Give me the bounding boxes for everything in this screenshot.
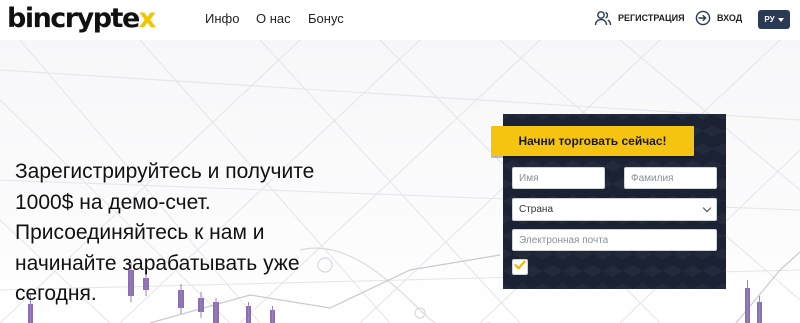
- last-name-field[interactable]: [624, 167, 717, 189]
- language-code: РУ: [764, 15, 775, 24]
- nav-info-link[interactable]: Инфо: [205, 11, 239, 27]
- nav-about-link[interactable]: О нас: [256, 11, 291, 27]
- site-header: bincryptex Инфо О нас Бонус РЕГИСТРАЦИЯ …: [0, 0, 800, 40]
- login-button[interactable]: ВХОД: [695, 10, 742, 26]
- logo-text: bincrypte: [7, 3, 140, 34]
- email-field[interactable]: [512, 229, 717, 251]
- logo-accent-x: x: [138, 3, 156, 34]
- terms-checkbox[interactable]: [512, 259, 528, 275]
- nav-bonus-link[interactable]: Бонус: [308, 11, 344, 27]
- checkmark-icon: [514, 258, 526, 276]
- sign-in-icon: [695, 10, 711, 26]
- register-button[interactable]: РЕГИСТРАЦИЯ: [594, 10, 685, 26]
- language-selector[interactable]: РУ: [758, 10, 790, 29]
- first-name-field[interactable]: [512, 167, 605, 189]
- bincryptex-logo[interactable]: bincryptex: [7, 3, 156, 35]
- country-select-value: Страна: [519, 204, 554, 215]
- caret-down-icon: [777, 17, 784, 22]
- chevron-down-icon: [702, 203, 712, 213]
- register-label: РЕГИСТРАЦИЯ: [618, 13, 685, 23]
- login-label: ВХОД: [717, 13, 743, 23]
- country-select[interactable]: Страна: [512, 198, 717, 221]
- start-trading-button[interactable]: Начни торговать сейчас!: [491, 126, 694, 156]
- users-icon: [594, 10, 612, 26]
- hero-headline: Зарегистрируйтесь и получите 1000$ на де…: [15, 160, 315, 305]
